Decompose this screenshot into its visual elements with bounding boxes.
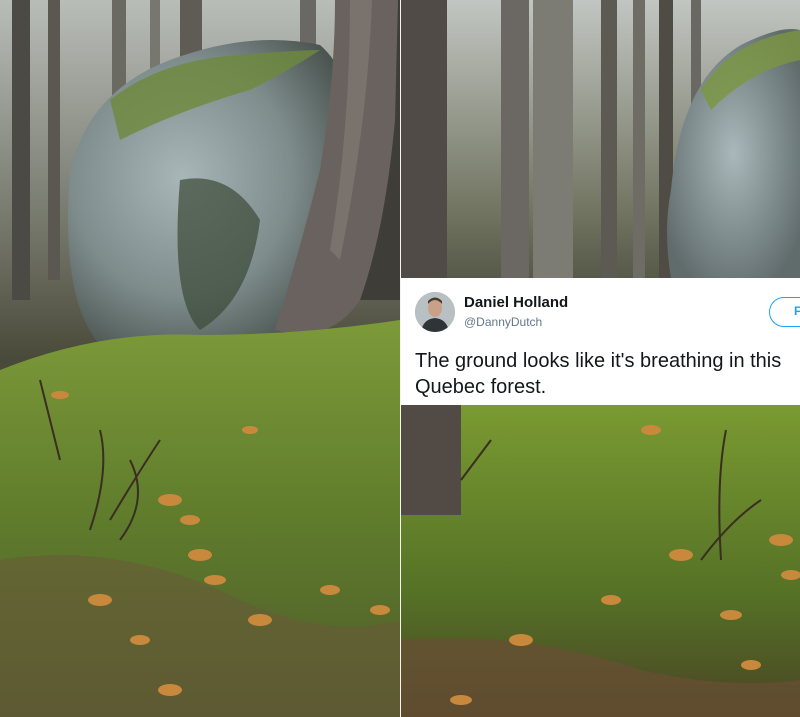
avatar-photo-icon: [415, 292, 455, 332]
forest-scene-left: [0, 0, 400, 717]
video-frame-left: [0, 0, 400, 717]
author-name[interactable]: Daniel Holland: [464, 294, 568, 311]
tweet-text: The ground looks like it's breathing in …: [415, 350, 782, 398]
tweet-card: Daniel Holland @DannyDutch F The ground …: [401, 278, 800, 405]
avatar[interactable]: [415, 292, 455, 332]
author-handle[interactable]: @DannyDutch: [464, 315, 542, 329]
follow-button[interactable]: F: [769, 297, 800, 327]
